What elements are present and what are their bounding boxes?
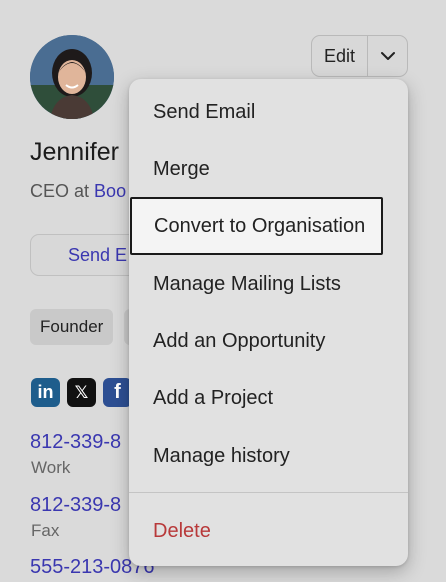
contact-title: CEO at Boo (30, 181, 126, 202)
actions-menu: Send Email Merge Convert to Organisation… (129, 79, 408, 566)
edit-dropdown-button[interactable] (368, 36, 407, 76)
phone-fax[interactable]: 812-339-8 (30, 494, 121, 517)
menu-item-merge[interactable]: Merge (129, 140, 408, 198)
phone-fax-label: Fax (31, 521, 60, 540)
phone-work-label: Work (31, 458, 71, 477)
menu-item-send-email[interactable]: Send Email (129, 83, 408, 141)
tag-founder[interactable]: Founder (30, 309, 114, 345)
edit-button-group: Edit (311, 35, 408, 77)
menu-item-manage-mailing-lists[interactable]: Manage Mailing Lists (129, 255, 408, 313)
x-icon[interactable]: 𝕏 (67, 378, 96, 407)
chevron-down-icon (380, 52, 395, 60)
avatar-photo (30, 35, 114, 119)
menu-item-add-project[interactable]: Add a Project (129, 369, 408, 427)
phone-work[interactable]: 812-339-8 (30, 431, 121, 454)
linkedin-icon[interactable]: in (31, 378, 60, 407)
menu-item-manage-history[interactable]: Manage history (129, 427, 408, 485)
menu-item-convert-to-organisation[interactable]: Convert to Organisation (130, 197, 383, 255)
menu-divider (129, 492, 408, 493)
facebook-icon[interactable]: f (103, 378, 132, 407)
contact-page: Edit Jennifer CEO at Boo Send E Founder … (0, 0, 446, 582)
avatar (30, 35, 114, 119)
company-link[interactable]: Boo (94, 181, 126, 201)
edit-button[interactable]: Edit (312, 36, 368, 76)
contact-name: Jennifer (30, 138, 119, 166)
title-prefix: CEO at (30, 181, 90, 201)
menu-item-delete[interactable]: Delete (129, 502, 408, 560)
menu-item-add-opportunity[interactable]: Add an Opportunity (129, 312, 408, 370)
